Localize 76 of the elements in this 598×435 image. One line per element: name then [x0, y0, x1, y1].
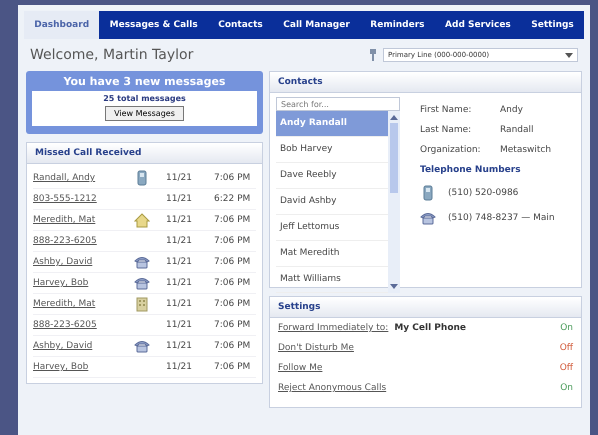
call-time: 6:22 PM	[214, 194, 252, 204]
panel-title: Settings	[270, 297, 581, 318]
call-date: 11/21	[165, 215, 193, 225]
call-time: 7:06 PM	[214, 257, 252, 267]
setting-link[interactable]: Don't Disturb Me	[278, 343, 354, 353]
call-date: 11/21	[165, 341, 193, 351]
search-field[interactable]: Search for...	[276, 97, 400, 111]
nav-tab[interactable]: Dashboard	[24, 11, 100, 39]
caller-link[interactable]: Meredith, Mat	[33, 215, 128, 225]
call-time: 7:06 PM	[214, 341, 252, 351]
field-label: First Name:	[420, 105, 472, 115]
field-label: Organization:	[420, 145, 482, 155]
total-messages-text: 25 total messages	[103, 94, 186, 103]
setting-status: Off	[560, 363, 573, 373]
caller-link[interactable]: Meredith, Mat	[33, 299, 128, 309]
caller-link[interactable]: 888-223-6205	[33, 320, 128, 330]
caller-link[interactable]: Ashby, David	[33, 257, 128, 267]
caller-link[interactable]: Ashby, David	[33, 341, 128, 351]
desk-phone-icon	[420, 211, 436, 225]
desk-phone-icon	[134, 339, 150, 353]
nav-tab[interactable]: Messages & Calls	[99, 11, 208, 39]
scroll-down-icon[interactable]	[389, 283, 399, 291]
caller-link[interactable]: 803-555-1212	[33, 194, 128, 204]
call-time: 7:06 PM	[214, 362, 252, 372]
call-date: 11/21	[165, 173, 193, 183]
nav-tab[interactable]: Settings	[521, 11, 584, 39]
panel-title: Missed Call Received	[27, 143, 262, 164]
call-date: 11/21	[165, 257, 193, 267]
setting-status: Off	[560, 343, 573, 353]
panel-title: Contacts	[270, 72, 581, 93]
call-date: 11/21	[165, 194, 193, 204]
forward-target: My Cell Phone	[394, 323, 466, 333]
mobile-phone-icon	[137, 170, 147, 186]
building-icon	[136, 296, 148, 312]
mobile-phone-icon	[423, 185, 433, 201]
pin-icon	[369, 49, 377, 61]
phone-number: (510) 520-0986	[448, 188, 518, 198]
nav-tab[interactable]: Call Manager	[273, 11, 360, 39]
setting-status: On	[560, 323, 573, 333]
field-value: Andy	[500, 105, 523, 115]
scrollbar[interactable]	[388, 111, 400, 293]
call-date: 11/21	[165, 362, 193, 372]
call-date: 11/21	[165, 299, 193, 309]
nav-tab[interactable]: Contacts	[208, 11, 274, 39]
field-label: Last Name:	[420, 125, 472, 135]
setting-link[interactable]: Reject Anonymous Calls	[278, 383, 386, 393]
phone-number: (510) 748-8237 — Main	[448, 213, 555, 223]
house-icon	[134, 212, 150, 228]
caller-link[interactable]: 888-223-6205	[33, 236, 128, 246]
caller-link[interactable]: Harvey, Bob	[33, 278, 128, 288]
field-value: Metaswitch	[500, 145, 552, 155]
welcome-heading: Welcome, Martin Taylor	[30, 47, 194, 63]
setting-link[interactable]: Follow Me	[278, 363, 322, 373]
field-value: Randall	[500, 125, 534, 135]
desk-phone-icon	[134, 276, 150, 290]
caller-link[interactable]: Harvey, Bob	[33, 362, 128, 372]
call-date: 11/21	[165, 278, 193, 288]
call-time: 7:06 PM	[214, 299, 252, 309]
setting-link[interactable]: Forward Immediately to:	[278, 323, 388, 333]
call-time: 7:06 PM	[214, 236, 252, 246]
new-messages-heading: You have 3 new messages	[62, 75, 226, 88]
call-date: 11/21	[165, 236, 193, 246]
caller-link[interactable]: Randall, Andy	[33, 173, 128, 183]
call-time: 7:06 PM	[214, 215, 252, 225]
call-time: 7:06 PM	[214, 173, 252, 183]
desk-phone-icon	[134, 255, 150, 269]
telephone-heading: Telephone Numbers	[420, 165, 522, 175]
nav-tab[interactable]: Reminders	[360, 11, 435, 39]
scroll-up-icon[interactable]	[389, 113, 399, 121]
setting-status: On	[560, 383, 573, 393]
call-date: 11/21	[165, 320, 193, 330]
view-messages-button[interactable]: View Messages	[105, 106, 184, 121]
dropdown-arrow-icon	[565, 52, 573, 58]
nav-tab[interactable]: Add Services	[434, 11, 522, 39]
call-time: 7:06 PM	[214, 278, 252, 288]
call-time: 7:06 PM	[214, 320, 252, 330]
